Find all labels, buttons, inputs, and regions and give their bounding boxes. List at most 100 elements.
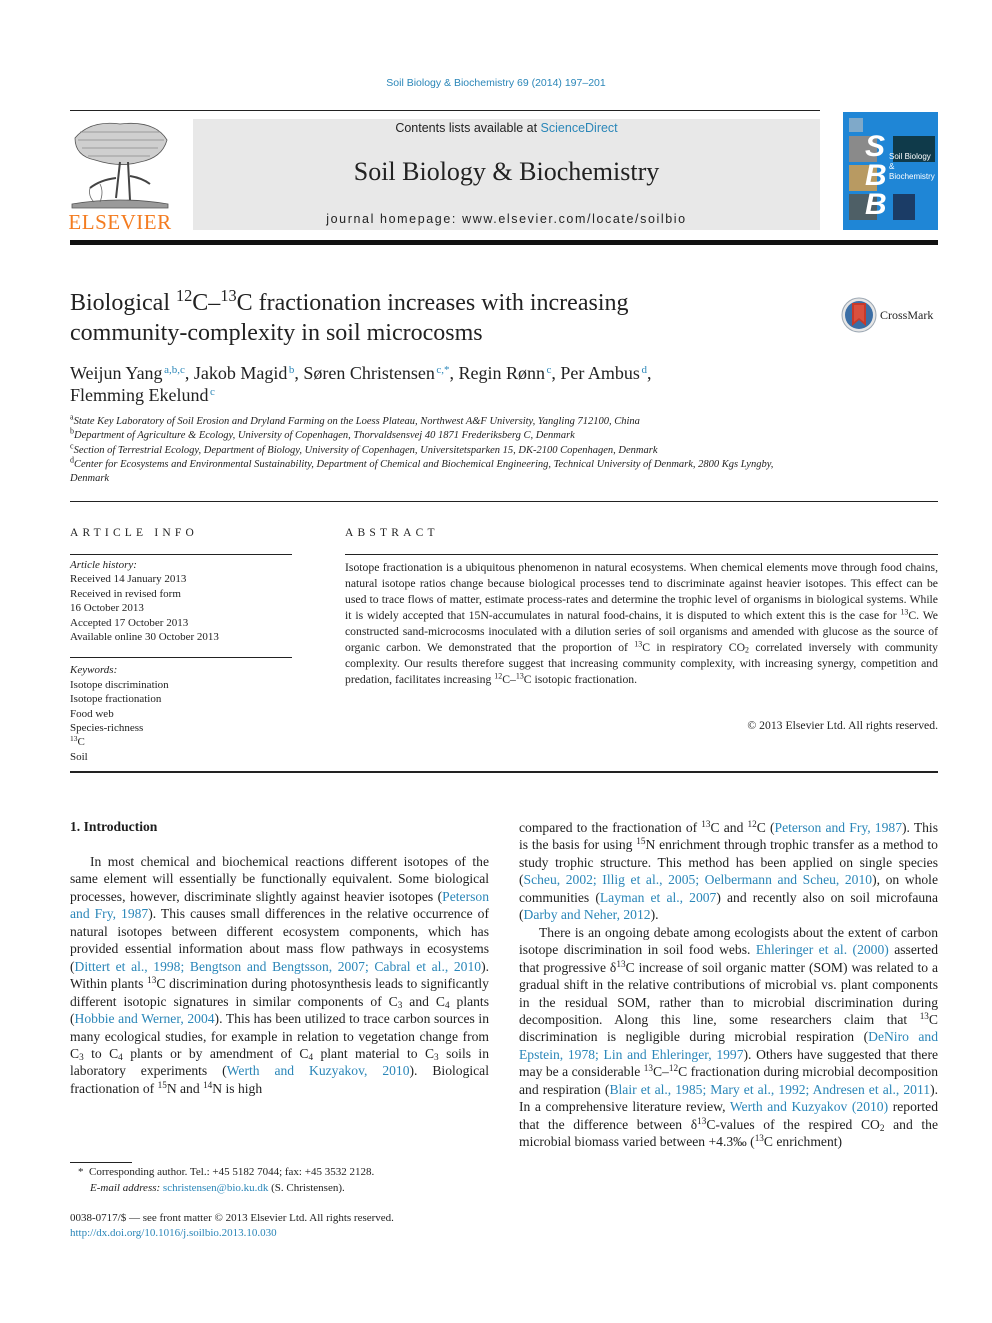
citation-link[interactable]: Layman et al., 2007 — [600, 890, 716, 905]
abstract-span: C– — [502, 673, 516, 686]
separator: , — [184, 363, 194, 383]
citation-link[interactable]: Dittert et al., 1998; Bengtson and Bengt… — [75, 959, 482, 974]
body-column-left: In most chemical and biochemical reactio… — [70, 853, 489, 1097]
text: N is high — [212, 1080, 263, 1096]
section-divider — [70, 771, 938, 773]
title-superscript: 12 — [175, 286, 193, 306]
superscript: 13 — [697, 1115, 707, 1126]
header-thick-divider — [70, 240, 938, 245]
history-item: 16 October 2013 — [70, 602, 144, 615]
cover-letter: B — [865, 159, 887, 192]
text: plant material to C — [313, 1045, 435, 1061]
author[interactable]: Søren Christensen c,* — [303, 363, 449, 383]
citation-link[interactable]: Scheu, 2002; Illig et al., 2005; Oelberm… — [524, 872, 873, 887]
email-suffix: (S. Christensen). — [268, 1181, 345, 1194]
article-info-divider — [70, 554, 292, 555]
elsevier-logo[interactable]: ELSEVIER — [68, 118, 172, 234]
citation-link[interactable]: Werth and Kuzyakov (2010) — [730, 1099, 888, 1114]
keywords-divider — [70, 644, 292, 659]
section-heading-introduction: 1. Introduction — [70, 819, 158, 834]
superscript: 13 — [754, 1133, 764, 1144]
author[interactable]: Jakob Magid b — [194, 363, 295, 383]
keyword-text: C — [77, 736, 85, 749]
history-item: Available online 30 October 2013 — [70, 631, 219, 644]
citation-link[interactable]: Blair et al., 1985; Mary et al., 1992; A… — [609, 1082, 930, 1097]
keyword[interactable]: Food web — [70, 707, 292, 721]
footnote-divider — [70, 1162, 132, 1163]
keyword[interactable]: Isotope fractionation — [70, 692, 292, 706]
author[interactable]: Per Ambus d — [560, 363, 647, 383]
affiliation-marker[interactable]: a,b,c — [164, 364, 185, 376]
author-name: Jakob Magid — [193, 363, 288, 383]
title-text: community-complexity in soil microcosms — [70, 320, 483, 346]
affiliation-marker[interactable]: c,* — [436, 364, 449, 376]
keyword[interactable]: Species-richness — [70, 721, 292, 735]
author[interactable]: Flemming Ekelund c — [70, 385, 215, 405]
article-info: Article history: Received 14 January 201… — [70, 558, 292, 764]
author-name: Regin Rønn — [458, 363, 546, 383]
title-text: C– — [192, 290, 221, 316]
superscript: 12 — [668, 1063, 679, 1074]
article-info-heading: ARTICLE INFO — [70, 527, 198, 539]
citation-link[interactable]: Ehleringer et al. (2000) — [756, 942, 889, 957]
paragraph: In most chemical and biochemical reactio… — [70, 853, 489, 1097]
doi-link[interactable]: http://dx.doi.org/10.1016/j.soilbio.2013… — [70, 1227, 277, 1239]
corresponding-author-note: * Corresponding author. Tel.: +45 5182 7… — [78, 1165, 498, 1181]
text: C enrichment) — [763, 1134, 843, 1150]
affiliation-item: aState Key Laboratory of Soil Erosion an… — [70, 413, 870, 429]
copyright-notice: © 2013 Elsevier Ltd. All rights reserved… — [747, 719, 938, 732]
cover-title-line: Soil Biology & — [889, 152, 931, 171]
body-column-right: compared to the fractionation of 13C and… — [519, 819, 938, 1151]
keyword[interactable]: Soil — [70, 750, 292, 764]
abstract-divider — [345, 554, 938, 555]
journal-name: Soil Biology & Biochemistry — [353, 157, 660, 186]
cover-letter: S — [865, 130, 886, 163]
affiliation-text: State Key Laboratory of Soil Erosion and… — [73, 416, 640, 427]
homepage-url-link[interactable]: www.elsevier.com/locate/soilbio — [462, 212, 687, 226]
paragraph: compared to the fractionation of 13C and… — [519, 819, 938, 924]
superscript: 15 — [157, 1079, 167, 1090]
text: ). — [650, 907, 659, 923]
keyword[interactable]: 13C — [70, 735, 292, 749]
citation-link[interactable]: Werth and Kuzyakov, 2010 — [227, 1063, 410, 1078]
superscript: 13 — [701, 818, 711, 829]
footnote-marker: * — [78, 1166, 84, 1178]
contents-line: Contents lists available at ScienceDirec… — [193, 121, 820, 135]
author[interactable]: Regin Rønn c — [459, 363, 552, 383]
citation-link[interactable]: Hobbie and Werner, 2004 — [75, 1011, 215, 1026]
text: C– — [652, 1064, 669, 1080]
sciencedirect-link[interactable]: ScienceDirect — [541, 121, 618, 135]
citation-link[interactable]: Darby and Neher, 2012 — [524, 907, 651, 922]
affiliation-marker[interactable]: c — [210, 386, 215, 398]
superscript: 12 — [747, 818, 757, 829]
front-matter: 0038-0717/$ — see front matter © 2013 El… — [70, 1211, 490, 1241]
citation-link[interactable]: Peterson and Fry, 1987 — [775, 820, 902, 835]
paragraph: There is an ongoing debate among ecologi… — [519, 924, 938, 1151]
keyword[interactable]: Isotope discrimination — [70, 678, 292, 692]
author-name: Flemming Ekelund — [70, 385, 209, 405]
cover-letter: B — [865, 188, 887, 221]
text: In most chemical and biochemical reactio… — [70, 854, 489, 904]
affiliation-text: Department of Agriculture & Ecology, Uni… — [74, 430, 575, 442]
affiliation-item: bDepartment of Agriculture & Ecology, Un… — [70, 427, 870, 443]
history-label: Article history: — [70, 559, 137, 571]
author-name: Per Ambus — [560, 363, 640, 383]
affiliations: aState Key Laboratory of Soil Erosion an… — [70, 413, 870, 487]
abstract-span: Isotope fractionation is a ubiquitous ph… — [345, 561, 938, 622]
journal-cover[interactable]: S B B Soil Biology & Biochemistry — [843, 112, 938, 230]
affiliation-item: cSection of Terrestrial Ecology, Departm… — [70, 442, 870, 458]
text: C and — [710, 820, 748, 835]
text: plants or by amendment of C — [122, 1045, 309, 1061]
title-text: C fractionation increases with increasin… — [236, 290, 629, 316]
separator: , — [449, 363, 459, 383]
email-link[interactable]: schristensen@bio.ku.dk — [163, 1182, 268, 1194]
text: to C — [83, 1045, 119, 1061]
header-divider — [70, 110, 820, 111]
author[interactable]: Weijun Yang a,b,c — [70, 363, 185, 383]
crossmark-button[interactable]: CrossMark — [840, 296, 940, 336]
title-superscript: 13 — [220, 286, 237, 306]
journal-citation-link[interactable]: Soil Biology & Biochemistry 69 (2014) 19… — [0, 77, 992, 89]
superscript: 13 — [616, 958, 626, 969]
affiliation-item: dCenter for Ecosystems and Environmental… — [70, 456, 815, 487]
issn-line: 0038-0717/$ — see front matter © 2013 El… — [70, 1212, 394, 1224]
